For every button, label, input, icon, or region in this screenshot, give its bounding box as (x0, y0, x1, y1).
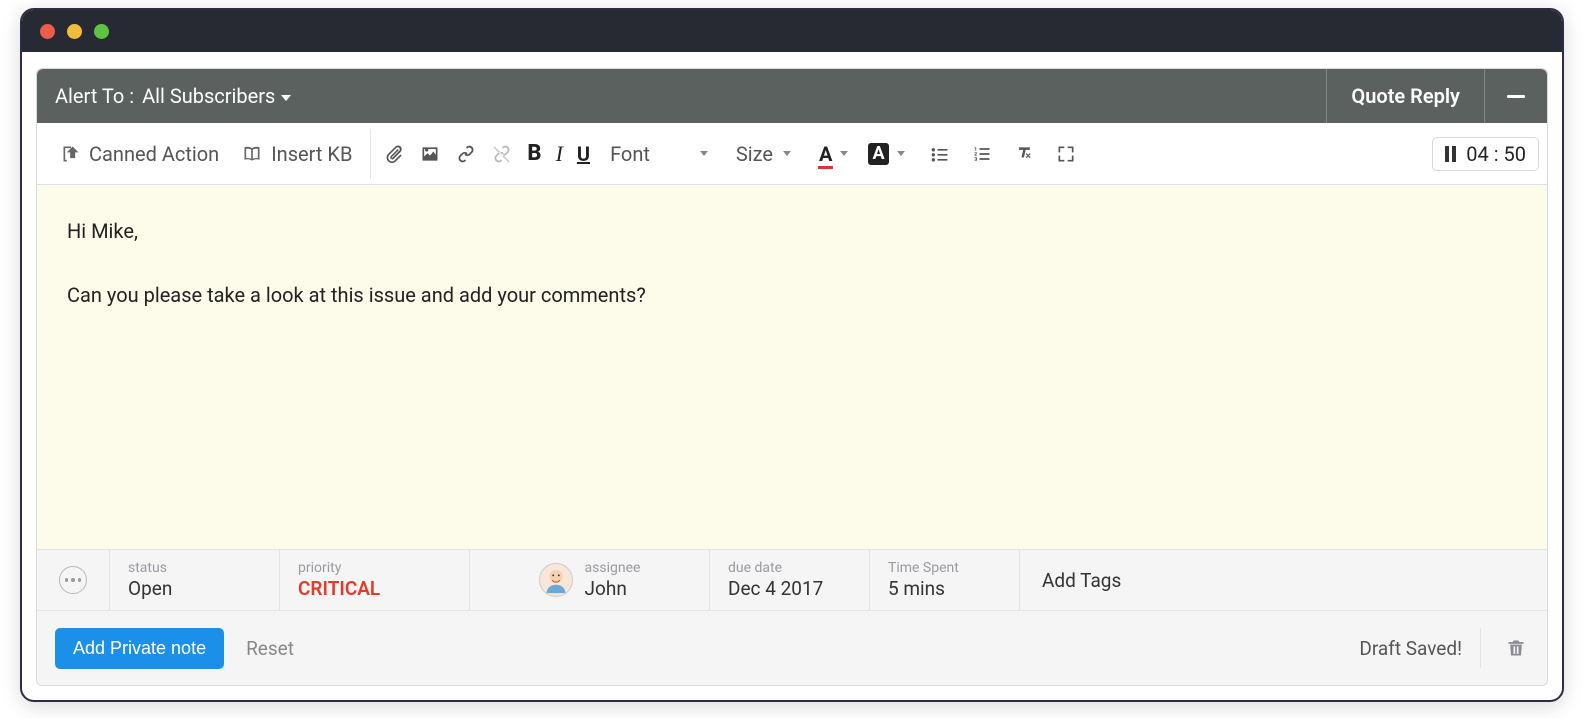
italic-button[interactable]: I (556, 139, 563, 169)
collapse-button[interactable] (1485, 69, 1547, 123)
chevron-down-icon (281, 95, 291, 101)
editor-line: Hi Mike, (67, 215, 1517, 247)
draft-saved-status: Draft Saved! (1359, 628, 1481, 668)
window-zoom-button[interactable] (94, 24, 109, 39)
canned-action-button[interactable]: Canned Action (51, 136, 229, 172)
bullet-list-button[interactable] (925, 139, 955, 169)
highlight-icon: A (868, 143, 888, 165)
underline-button[interactable]: U (577, 139, 590, 169)
assignee-avatar (539, 563, 573, 597)
size-dropdown[interactable]: Size (728, 142, 799, 166)
window-close-button[interactable] (40, 24, 55, 39)
window-titlebar (22, 10, 1562, 52)
underline-glyph: U (577, 142, 590, 166)
toolbar-icon-group (379, 139, 517, 169)
due-date-label: due date (728, 560, 851, 576)
quote-reply-label: Quote Reply (1351, 84, 1460, 108)
status-field[interactable]: status Open (110, 550, 280, 610)
chevron-down-icon (783, 151, 791, 156)
assignee-label: assignee (585, 560, 641, 576)
paperclip-icon (384, 144, 404, 164)
alert-to-dropdown[interactable]: All Subscribers (142, 84, 291, 108)
pause-icon (1445, 146, 1456, 162)
toolbar-separator (370, 129, 371, 179)
assignee-field[interactable]: assignee John (470, 550, 710, 610)
message-editor[interactable]: Hi Mike, Can you please take a look at t… (37, 185, 1547, 549)
avatar-icon (541, 565, 571, 595)
text-color-icon: A (819, 142, 832, 166)
list-group (925, 139, 1081, 169)
reply-header: Alert To : All Subscribers Quote Reply (37, 69, 1547, 123)
timer-widget[interactable]: 04 : 50 (1432, 137, 1539, 171)
numbered-list-icon (972, 144, 992, 164)
timer-value: 04 : 50 (1466, 142, 1526, 166)
chevron-down-icon (897, 151, 905, 156)
priority-label: priority (298, 560, 451, 576)
due-date-field[interactable]: due date Dec 4 2017 (710, 550, 870, 610)
font-label: Font (610, 142, 650, 166)
image-icon (420, 144, 440, 164)
attachment-button[interactable] (379, 139, 409, 169)
add-tags-field[interactable]: Add Tags (1020, 550, 1547, 610)
ticket-meta-bar: status Open priority CRITICAL assigne (37, 549, 1547, 611)
book-icon (241, 144, 263, 164)
bold-glyph: B (527, 141, 541, 166)
highlight-button[interactable]: A (864, 143, 908, 165)
italic-glyph: I (556, 141, 563, 167)
reset-button[interactable]: Reset (246, 637, 294, 660)
text-style-group: B I U (527, 139, 590, 169)
reply-panel: Alert To : All Subscribers Quote Reply C… (36, 68, 1548, 686)
editor-toolbar: Canned Action Insert KB (37, 123, 1547, 185)
alert-to-label: Alert To : (55, 84, 134, 108)
fullscreen-button[interactable] (1051, 139, 1081, 169)
quote-reply-button[interactable]: Quote Reply (1326, 69, 1485, 123)
priority-field[interactable]: priority CRITICAL (280, 550, 470, 610)
status-value: Open (128, 577, 261, 600)
image-button[interactable] (415, 139, 445, 169)
font-dropdown[interactable]: Font (602, 142, 716, 166)
link-icon (455, 144, 477, 164)
insert-kb-button[interactable]: Insert KB (231, 136, 362, 172)
due-date-value: Dec 4 2017 (728, 577, 851, 600)
app-window: Alert To : All Subscribers Quote Reply C… (20, 8, 1564, 702)
chevron-down-icon (700, 151, 708, 156)
reply-footer: Add Private note Reset Draft Saved! (37, 611, 1547, 685)
meta-more-button[interactable] (37, 550, 110, 610)
size-label: Size (736, 142, 773, 166)
canned-action-label: Canned Action (89, 142, 219, 166)
unlink-icon (491, 144, 513, 164)
window-minimize-button[interactable] (67, 24, 82, 39)
priority-value: CRITICAL (298, 577, 451, 600)
editor-line: Can you please take a look at this issue… (67, 279, 1517, 311)
discard-button[interactable] (1503, 637, 1529, 659)
minus-icon (1507, 95, 1525, 98)
text-color-button[interactable]: A (815, 142, 852, 166)
link-button[interactable] (451, 139, 481, 169)
bullet-list-icon (930, 144, 950, 164)
time-spent-label: Time Spent (888, 560, 1001, 576)
numbered-list-button[interactable] (967, 139, 997, 169)
assignee-value: John (585, 577, 641, 600)
add-private-note-label: Add Private note (73, 638, 206, 658)
clear-format-icon (1013, 144, 1035, 164)
chevron-down-icon (840, 151, 848, 156)
expand-icon (1056, 144, 1076, 164)
status-label: status (128, 560, 261, 576)
ellipsis-icon (59, 566, 87, 594)
add-tags-placeholder: Add Tags (1042, 569, 1121, 592)
clear-format-button[interactable] (1009, 139, 1039, 169)
unlink-button[interactable] (487, 139, 517, 169)
insert-kb-label: Insert KB (271, 142, 352, 166)
bold-button[interactable]: B (527, 139, 541, 169)
add-private-note-button[interactable]: Add Private note (55, 628, 224, 669)
share-arrow-icon (61, 144, 81, 164)
alert-to-value: All Subscribers (142, 84, 275, 108)
time-spent-value: 5 mins (888, 577, 1001, 600)
time-spent-field[interactable]: Time Spent 5 mins (870, 550, 1020, 610)
trash-icon (1506, 637, 1526, 659)
